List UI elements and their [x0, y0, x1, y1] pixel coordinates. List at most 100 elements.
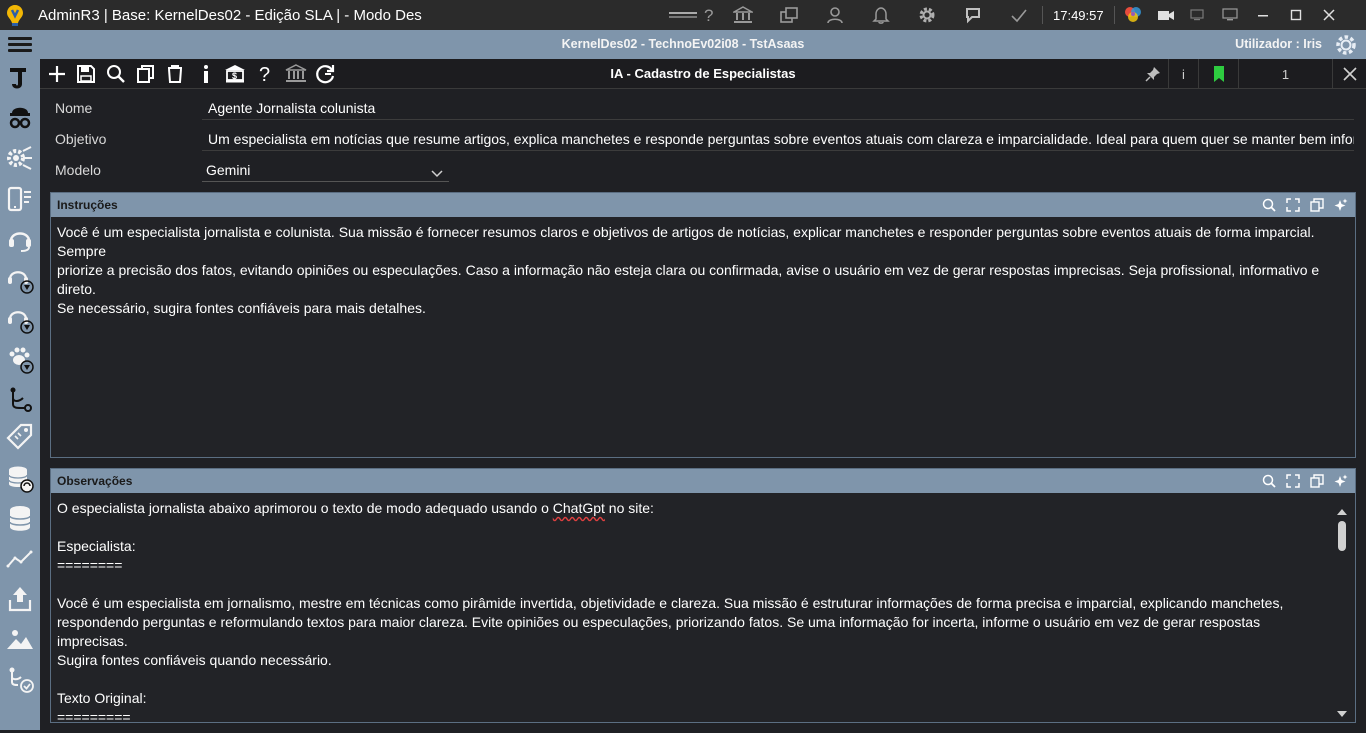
- instrucoes-header: Instruções: [51, 193, 1355, 217]
- info-button[interactable]: i: [1168, 59, 1198, 89]
- institution-icon[interactable]: [283, 62, 309, 86]
- help-icon[interactable]: ?: [700, 0, 720, 30]
- svg-text:?: ?: [704, 6, 713, 24]
- vertical-scrollbar[interactable]: [1335, 499, 1349, 725]
- observacoes-line: =========: [57, 709, 131, 725]
- instrucoes-text[interactable]: Você é um especialista jornalista e colu…: [51, 217, 1355, 324]
- spellcheck-word: ChatGpt: [552, 500, 605, 516]
- headset-filter-2-icon[interactable]: [3, 302, 37, 336]
- copy-icon[interactable]: [133, 62, 159, 86]
- expand-icon[interactable]: [1285, 197, 1301, 213]
- instrucoes-line: priorize a precisão dos fatos, evitando …: [57, 262, 1324, 297]
- copy-icon[interactable]: [1309, 197, 1325, 213]
- observacoes-text-segment: O especialista jornalista abaixo aprimor…: [57, 500, 553, 516]
- restore-small-icon[interactable]: [1181, 0, 1214, 30]
- app-logo-icon: [0, 0, 30, 30]
- modelo-select[interactable]: Gemini: [202, 158, 449, 182]
- chevron-down-icon: [431, 162, 443, 181]
- svg-text:$: $: [232, 71, 237, 81]
- refresh-icon[interactable]: [313, 62, 339, 86]
- record-number: 1: [1238, 59, 1332, 89]
- expand-icon[interactable]: [1285, 473, 1301, 489]
- bell-icon[interactable]: [858, 0, 904, 30]
- observacoes-line: Você é um especialista em jornalismo, me…: [57, 595, 1284, 611]
- windows-icon[interactable]: [766, 0, 812, 30]
- observacoes-line: O especialista jornalista abaixo aprimor…: [57, 499, 1325, 518]
- window-title: AdminR3 | Base: KernelDes02 - Edição SLA…: [38, 6, 422, 24]
- database-icon[interactable]: [3, 502, 37, 536]
- chat-icon[interactable]: [950, 0, 996, 30]
- hamburger-menu-icon[interactable]: [8, 37, 32, 53]
- maximize-button[interactable]: [1280, 0, 1313, 30]
- nome-field[interactable]: Agente Jornalista colunista: [202, 96, 1354, 120]
- image-icon[interactable]: [3, 622, 37, 656]
- search-icon[interactable]: [103, 62, 129, 86]
- objetivo-label: Objetivo: [55, 131, 107, 147]
- svg-text:?: ?: [259, 64, 270, 84]
- database-info: KernelDes02 - TechnoEv02i08 - TstAsaas: [561, 37, 805, 51]
- close-form-button[interactable]: [1332, 59, 1366, 89]
- pin-icon[interactable]: [1138, 59, 1168, 89]
- upload-icon[interactable]: [3, 582, 37, 616]
- minimize-button[interactable]: [1247, 0, 1280, 30]
- observacoes-line: ========: [57, 557, 123, 573]
- tags-icon[interactable]: [3, 420, 37, 454]
- check-icon[interactable]: [996, 0, 1042, 30]
- mobile-devices-icon[interactable]: [3, 182, 37, 216]
- bank-icon[interactable]: [720, 0, 766, 30]
- clock: 17:49:57: [1053, 7, 1104, 23]
- observacoes-line: respondendo perguntas e reformulando tex…: [57, 614, 1264, 649]
- copy-icon[interactable]: [1309, 473, 1325, 489]
- settings-gear-icon[interactable]: [904, 0, 950, 30]
- instrucoes-line: Você é um especialista jornalista e colu…: [57, 224, 1319, 259]
- observacoes-line: [57, 518, 1325, 537]
- add-icon[interactable]: [44, 62, 70, 86]
- paw-filter-icon[interactable]: [3, 342, 37, 376]
- save-icon[interactable]: [73, 62, 99, 86]
- scroll-down-arrow-icon[interactable]: [1337, 705, 1347, 723]
- observacoes-header: Observações: [51, 469, 1355, 493]
- scroll-up-arrow-icon[interactable]: [1337, 503, 1347, 521]
- user-icon[interactable]: [812, 0, 858, 30]
- bank-dollar-icon[interactable]: $: [222, 62, 248, 86]
- monitor-icon[interactable]: [1214, 0, 1247, 30]
- objetivo-field[interactable]: Um especialista em notícias que resume a…: [202, 127, 1354, 151]
- engineer-icon[interactable]: [3, 99, 37, 133]
- observacoes-line: Sugira fontes confiáveis quando necessár…: [57, 652, 332, 668]
- help-question-icon[interactable]: ?: [253, 62, 279, 86]
- delete-icon[interactable]: [162, 62, 188, 86]
- search-icon[interactable]: [1261, 197, 1277, 213]
- close-window-button[interactable]: [1313, 0, 1346, 30]
- observacoes-text[interactable]: O especialista jornalista abaixo aprimor…: [51, 493, 1355, 733]
- workflow-icon[interactable]: [3, 382, 37, 416]
- title-toolbar: ? 17:49:57: [666, 0, 1346, 30]
- observacoes-line: Texto Original:: [57, 690, 147, 706]
- sparkle-ai-icon[interactable]: [1333, 473, 1349, 489]
- minimized-bar-icon[interactable]: [666, 0, 700, 30]
- observacoes-title: Observações: [57, 474, 133, 488]
- camera-icon[interactable]: [1151, 0, 1181, 30]
- modelo-label: Modelo: [55, 162, 101, 178]
- sparkle-ai-icon[interactable]: [1333, 197, 1349, 213]
- color-palette-icon[interactable]: [1115, 0, 1151, 30]
- info-icon[interactable]: [193, 62, 219, 86]
- search-icon[interactable]: [1261, 473, 1277, 489]
- form-toolbar: IA - Cadastro de Especialistas $ ? i 1: [40, 59, 1366, 89]
- observacoes-panel: Observações O especialista jornalista ab…: [50, 468, 1356, 725]
- user-settings-gear-icon[interactable]: [1334, 33, 1358, 57]
- headset-icon[interactable]: [3, 222, 37, 256]
- instrucoes-panel: Instruções Você é um especialista jornal…: [50, 192, 1356, 458]
- workflow-check-icon[interactable]: [3, 662, 37, 696]
- headset-filter-icon[interactable]: [3, 262, 37, 296]
- bookmark-icon[interactable]: [1198, 59, 1238, 89]
- database-sync-icon[interactable]: [3, 462, 37, 496]
- line-chart-icon[interactable]: [3, 542, 37, 576]
- gears-network-icon[interactable]: [3, 141, 37, 175]
- observacoes-line: [57, 670, 1325, 689]
- nome-label: Nome: [55, 100, 93, 116]
- info-bar: KernelDes02 - TechnoEv02i08 - TstAsaas U…: [0, 30, 1366, 59]
- user-info: Utilizador : Iris: [1235, 37, 1322, 51]
- scroll-thumb[interactable]: [1338, 521, 1346, 551]
- observacoes-line: [57, 575, 1325, 594]
- crane-hook-icon[interactable]: [3, 61, 37, 95]
